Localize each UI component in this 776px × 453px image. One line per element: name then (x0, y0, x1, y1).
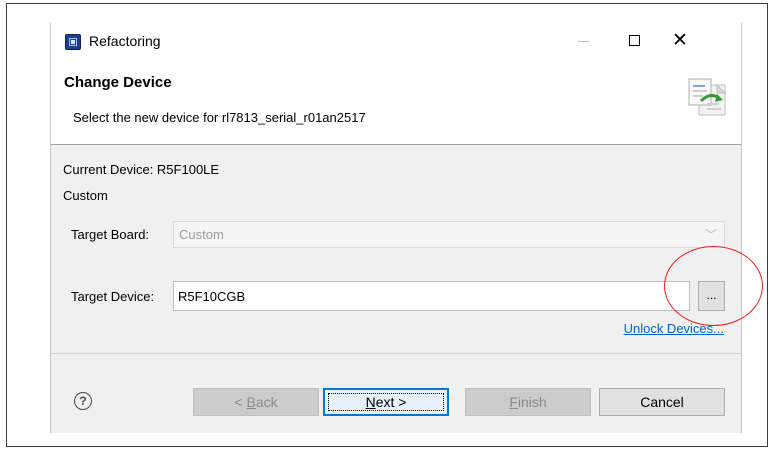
back-button[interactable]: < Back (193, 388, 319, 416)
target-device-input[interactable] (173, 281, 690, 311)
finish-button[interactable]: Finish (465, 388, 591, 416)
title-bar: Refactoring ✕ (51, 23, 741, 60)
target-device-label: Target Device: (71, 289, 155, 304)
close-icon[interactable]: ✕ (668, 30, 692, 52)
current-device-label: Current Device: R5F100LE (63, 162, 220, 177)
maximize-icon[interactable] (629, 35, 640, 46)
chevron-down-icon: ﹀ (704, 228, 717, 242)
refactoring-wizard-icon (688, 78, 727, 116)
annotation-circle (664, 246, 763, 326)
footer-separator (51, 353, 741, 354)
window-title: Refactoring (89, 33, 161, 49)
minimize-icon[interactable] (578, 41, 589, 42)
refactoring-dialog: Refactoring ✕ Change Device Select the n… (50, 23, 742, 433)
app-icon (65, 34, 81, 50)
page-title: Change Device (64, 74, 172, 91)
target-board-label: Target Board: (71, 227, 150, 242)
wizard-header: Change Device Select the new device for … (51, 60, 741, 145)
help-icon[interactable]: ? (74, 392, 92, 410)
next-button[interactable]: Next > (323, 388, 449, 416)
cancel-button[interactable]: Cancel (599, 388, 725, 416)
current-board-label: Custom (63, 188, 108, 203)
target-board-select: Custom ﹀ (173, 221, 725, 248)
page-description: Select the new device for rl7813_serial_… (73, 110, 366, 125)
target-board-value: Custom (179, 227, 224, 242)
